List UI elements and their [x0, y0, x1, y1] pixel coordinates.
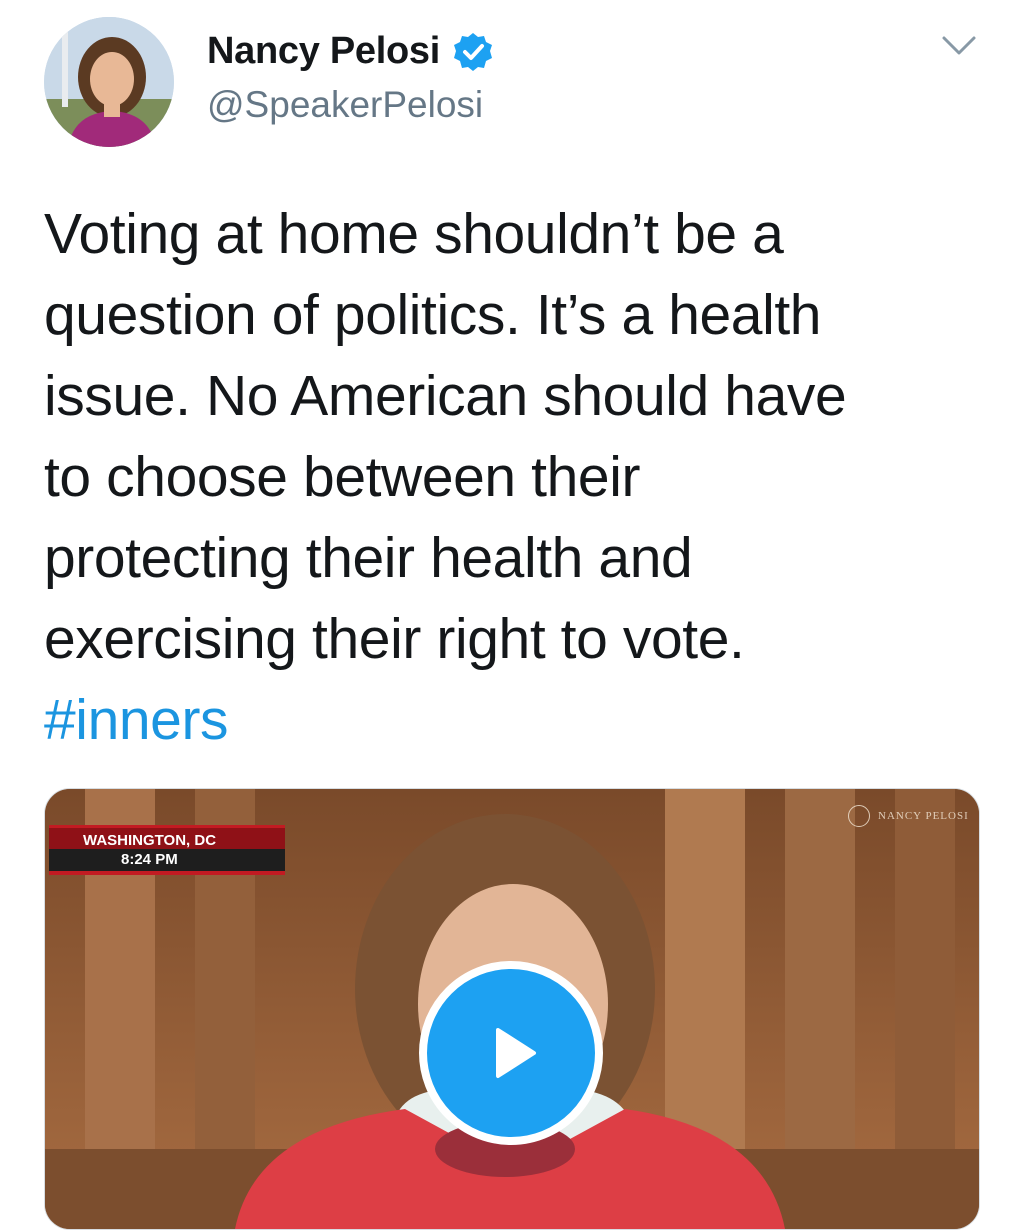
tweet-line: issue. No American should have	[44, 364, 847, 428]
tweet-line: Voting at home shouldn’t be a	[44, 202, 784, 266]
time-label: 8:24 PM	[49, 849, 285, 875]
tweet-line: question of politics. It’s a health	[44, 283, 822, 347]
tweet-text: Voting at home shouldn’t be a question o…	[44, 194, 994, 761]
author-handle[interactable]: @SpeakerPelosi	[207, 84, 483, 126]
seal-icon	[848, 805, 870, 827]
video-player[interactable]: WASHINGTON, DC 8:24 PM NANCY PELOSI	[44, 788, 980, 1230]
play-icon	[496, 1028, 536, 1078]
hashtag-link[interactable]: #inners	[44, 680, 994, 761]
location-label: WASHINGTON, DC	[49, 825, 285, 849]
lower-third: WASHINGTON, DC 8:24 PM	[49, 825, 285, 913]
play-button[interactable]	[419, 961, 603, 1145]
avatar[interactable]	[44, 17, 174, 147]
tweet-line: exercising their right to vote.	[44, 607, 745, 671]
author-name-row[interactable]: Nancy Pelosi	[207, 30, 494, 73]
verified-badge-icon	[453, 32, 492, 71]
watermark: NANCY PELOSI	[848, 801, 969, 831]
avatar-image	[44, 17, 174, 147]
watermark-text: NANCY PELOSI	[878, 810, 969, 822]
tweet-line: to choose between their	[44, 445, 641, 509]
tweet-line: protecting their health and	[44, 526, 693, 590]
display-name[interactable]: Nancy Pelosi	[207, 30, 440, 73]
chevron-down-icon[interactable]	[938, 30, 980, 60]
